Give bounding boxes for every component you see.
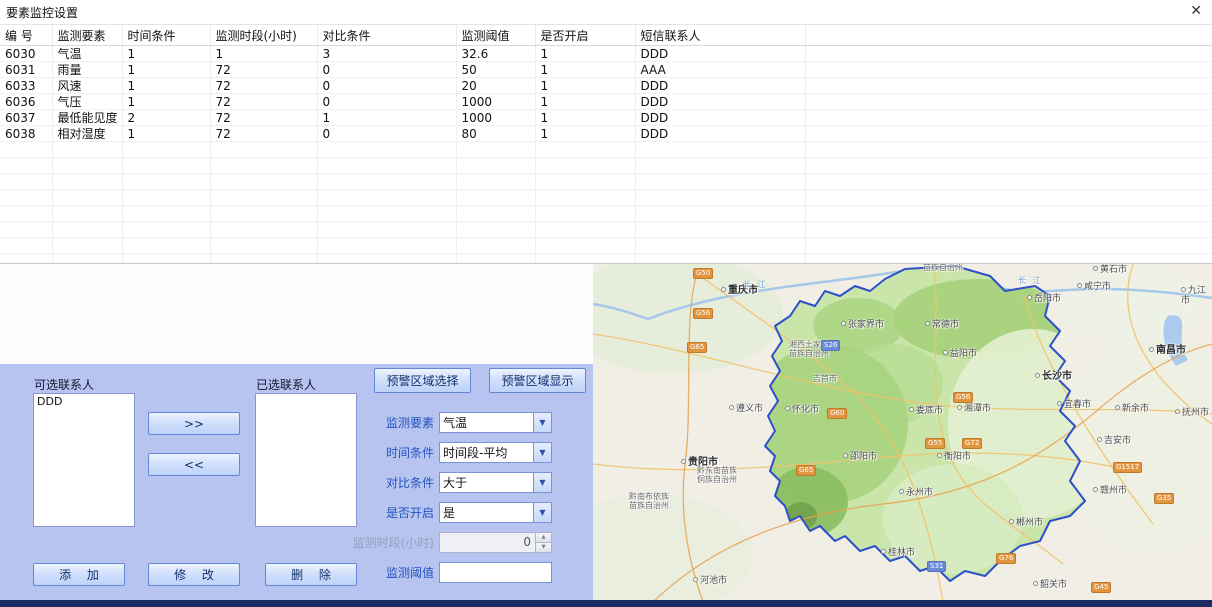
table-row[interactable]: 6031雨量1720501AAA <box>0 62 1212 78</box>
empty-row <box>0 238 1212 254</box>
chevron-down-icon[interactable]: ▼ <box>533 443 551 462</box>
warning-area-select-button[interactable]: 预警区域选择 <box>374 368 471 393</box>
column-header[interactable]: 时间条件 <box>122 25 210 46</box>
map-view[interactable]: 重庆市长 江长 江恩施土家族 苗族自治州黄石市咸宁市九江市岳阳市常德市张家界市湘… <box>593 264 1212 602</box>
time-condition-select[interactable]: 时间段-平均 ▼ <box>439 442 552 463</box>
monitor-element-value: 气温 <box>440 413 533 432</box>
titlebar: 要素监控设置 ✕ <box>0 0 1212 25</box>
warning-area-display-button[interactable]: 预警区域显示 <box>489 368 586 393</box>
empty-row <box>0 174 1212 190</box>
column-header[interactable]: 监测时段(小时) <box>210 25 317 46</box>
bottom-section: 可选联系人 DDD >> << 已选联系人 预警区域选择 预警区域显示 监测要素… <box>0 263 1212 601</box>
chevron-down-icon[interactable]: ▼ <box>533 413 551 432</box>
table-row[interactable]: 6033风速1720201DDD <box>0 78 1212 94</box>
monitor-element-label: 监测要素 <box>326 414 434 431</box>
spin-down-icon[interactable]: ▼ <box>536 542 551 552</box>
available-contacts-list[interactable]: DDD <box>33 393 135 527</box>
monitor-period-label: 监测时段(小时) <box>326 534 434 551</box>
monitor-element-select[interactable]: 气温 ▼ <box>439 412 552 433</box>
time-condition-label: 时间条件 <box>326 444 434 461</box>
threshold-input[interactable] <box>439 562 552 583</box>
window-title: 要素监控设置 <box>6 4 78 21</box>
selected-contacts-label: 已选联系人 <box>256 376 316 393</box>
available-contacts-label: 可选联系人 <box>34 376 94 393</box>
spin-up-icon[interactable]: ▲ <box>536 533 551 542</box>
empty-row <box>0 222 1212 238</box>
close-icon[interactable]: ✕ <box>1190 3 1202 19</box>
compare-condition-select[interactable]: 大于 ▼ <box>439 472 552 493</box>
delete-button[interactable]: 删 除 <box>265 563 357 586</box>
chevron-down-icon[interactable]: ▼ <box>533 473 551 492</box>
modify-button[interactable]: 修 改 <box>148 563 240 586</box>
column-header[interactable]: 监测阈值 <box>456 25 535 46</box>
contact-list-item[interactable]: DDD <box>34 394 134 409</box>
empty-row <box>0 142 1212 158</box>
move-left-button[interactable]: << <box>148 453 240 476</box>
enabled-value: 是 <box>440 503 533 522</box>
column-header[interactable] <box>805 25 1212 46</box>
column-header[interactable]: 监测要素 <box>52 25 122 46</box>
monitor-table-wrap: 编 号监测要素时间条件监测时段(小时)对比条件监测阈值是否开启短信联系人6030… <box>0 25 1212 263</box>
map-canvas <box>593 264 1212 602</box>
panel-gap <box>0 264 593 364</box>
compare-condition-label: 对比条件 <box>326 474 434 491</box>
monitor-period-spinner[interactable]: 0 ▲ ▼ <box>439 532 552 553</box>
column-header[interactable]: 编 号 <box>0 25 52 46</box>
move-right-button[interactable]: >> <box>148 412 240 435</box>
time-condition-value: 时间段-平均 <box>440 443 533 462</box>
table-row[interactable]: 6037最低能见度272110001DDD <box>0 110 1212 126</box>
column-header[interactable]: 短信联系人 <box>635 25 805 46</box>
table-row[interactable]: 6030气温11332.61DDD <box>0 46 1212 62</box>
table-row[interactable]: 6038相对湿度1720801DDD <box>0 126 1212 142</box>
empty-row <box>0 206 1212 222</box>
monitor-period-value: 0 <box>440 533 535 552</box>
empty-row <box>0 158 1212 174</box>
column-header[interactable]: 对比条件 <box>317 25 456 46</box>
element-monitor-settings-window: 要素监控设置 ✕ 编 号监测要素时间条件监测时段(小时)对比条件监测阈值是否开启… <box>0 0 1212 607</box>
bottom-strip <box>0 600 1212 607</box>
enabled-label: 是否开启 <box>326 504 434 521</box>
column-header[interactable]: 是否开启 <box>535 25 635 46</box>
empty-row <box>0 190 1212 206</box>
enabled-select[interactable]: 是 ▼ <box>439 502 552 523</box>
chevron-down-icon[interactable]: ▼ <box>533 503 551 522</box>
monitor-table[interactable]: 编 号监测要素时间条件监测时段(小时)对比条件监测阈值是否开启短信联系人6030… <box>0 25 1212 263</box>
empty-row <box>0 254 1212 264</box>
edit-panel: 可选联系人 DDD >> << 已选联系人 预警区域选择 预警区域显示 监测要素… <box>0 364 593 602</box>
table-row[interactable]: 6036气压172010001DDD <box>0 94 1212 110</box>
add-button[interactable]: 添 加 <box>33 563 125 586</box>
spinner-arrows[interactable]: ▲ ▼ <box>535 533 551 552</box>
compare-condition-value: 大于 <box>440 473 533 492</box>
